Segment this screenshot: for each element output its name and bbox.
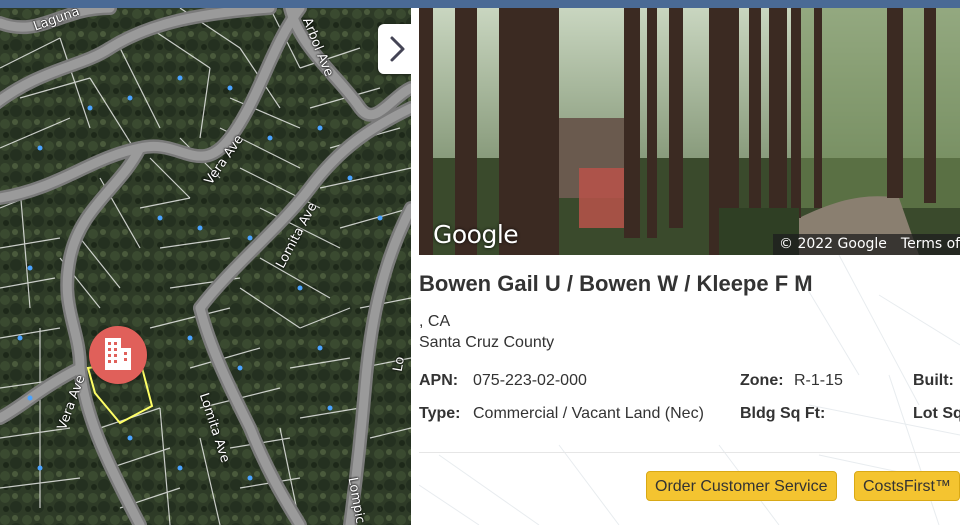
type-value: Commercial / Vacant Land (Nec) [473,405,704,422]
terms-link[interactable]: Terms of [901,236,960,252]
zone-label: Zone: [740,372,784,389]
google-logo: Google [433,220,519,249]
map-tiles [0,8,411,525]
section-divider [419,452,960,453]
apn-value: 075-223-02-000 [473,372,587,389]
costsfirst-button[interactable]: CostsFirst™ [854,471,960,501]
owner-name: Bowen Gail U / Bowen W / Kleepe F M [419,271,813,296]
apn-label: APN: [419,372,459,389]
type-label: Type: [419,405,461,422]
street-view-attribution: © 2022 Google Terms of [773,234,960,255]
lot-sqft-label: Lot Sq [913,405,960,422]
street-view-scene [419,8,960,255]
road-label: Lo [390,355,408,373]
street-view-image[interactable]: Google © 2022 Google Terms of [419,8,960,255]
copyright-text: © 2022 Google [779,236,887,252]
property-marker[interactable] [89,326,147,384]
bldg-sqft-label: Bldg Sq Ft: [740,405,826,422]
parcel-map[interactable]: Laguna Arbol Ave Vera Ave Lomita Ave Ver… [0,8,411,525]
built-label: Built: [913,372,954,389]
property-info-panel: Bowen Gail U / Bowen W / Kleepe F M , CA… [419,255,960,525]
zone-value: R-1-15 [794,372,843,389]
order-customer-service-button[interactable]: Order Customer Service [646,471,837,501]
county: Santa Cruz County [419,334,555,351]
address-line: , CA [419,313,451,330]
top-bar [0,0,960,8]
panel-divider [411,8,419,525]
